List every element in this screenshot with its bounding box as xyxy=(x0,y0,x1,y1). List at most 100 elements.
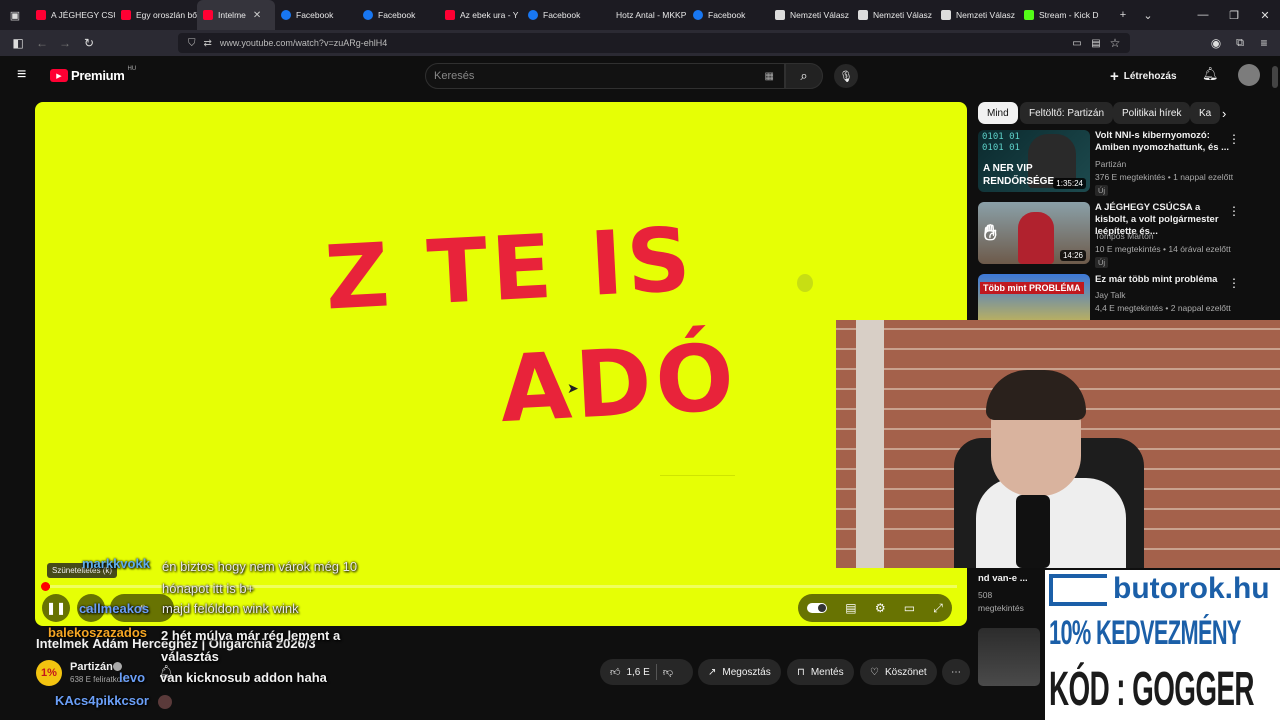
back-icon[interactable]: ← xyxy=(32,33,52,53)
chip-all[interactable]: Mind xyxy=(978,102,1018,124)
pause-icon: ❚❚ xyxy=(45,601,67,615)
partial-recommendation-views: 508 xyxy=(978,590,993,600)
youtube-favicon-icon xyxy=(121,10,131,20)
video-player[interactable]: Z TE IS ADÓ ➤ Szüneteltetés (k) ❚❚ ⏭ 🔊︎ … xyxy=(35,102,967,626)
recommendation-channel[interactable]: Tompos Márton xyxy=(1095,231,1154,241)
browser-tab[interactable]: Facebook xyxy=(522,0,605,30)
facebook-favicon-icon xyxy=(363,10,373,20)
browser-tab[interactable]: A JÉGHEGY CSÚ xyxy=(30,0,115,30)
save-button[interactable]: ⊓ Mentés xyxy=(787,659,854,685)
partial-recommendation-title[interactable]: nd van-e ... xyxy=(978,573,1028,584)
tab-list: A JÉGHEGY CSÚ Egy oroszlán bő Intelme ✕ Face… xyxy=(30,0,1102,30)
close-tab-icon[interactable]: ✕ xyxy=(253,10,261,21)
more-actions-button[interactable]: ⋯ xyxy=(942,659,970,685)
logo-label: Premium xyxy=(71,68,125,83)
menu-icon[interactable]: ≡ xyxy=(1254,33,1274,53)
fullscreen-icon[interactable]: ⤢ xyxy=(933,601,943,616)
avatar[interactable] xyxy=(1238,64,1260,86)
scrollbar[interactable] xyxy=(1272,66,1278,88)
video-decoration-line xyxy=(660,475,735,476)
reader-view-icon[interactable]: ▤ xyxy=(1086,33,1106,53)
more-options-icon[interactable]: ⋮ xyxy=(1228,276,1240,290)
search-button[interactable]: ⌕ xyxy=(785,63,823,89)
chat-emote-icon xyxy=(157,694,172,709)
sidebar-toggle-icon[interactable]: ◧ xyxy=(8,33,28,53)
pause-button[interactable]: ❚❚ xyxy=(42,594,70,622)
browser-tab[interactable]: Stream - Kick D xyxy=(1018,0,1102,30)
subtitles-icon[interactable]: ▤ xyxy=(845,601,856,615)
theater-mode-icon[interactable]: ▭ xyxy=(904,601,915,615)
microphone xyxy=(1016,495,1050,568)
hamburger-menu-icon[interactable]: ≡ xyxy=(17,66,26,84)
voice-search-button[interactable]: 🎙 xyxy=(834,64,858,88)
browser-tab[interactable]: Nemzeti Válasz xyxy=(852,0,935,30)
channel-name[interactable]: Partizán xyxy=(70,661,113,673)
duration-badge: 14:26 xyxy=(1059,250,1086,261)
browser-tab[interactable]: Egy oroszlán bő xyxy=(115,0,197,30)
close-window-icon[interactable]: ✕ xyxy=(1250,0,1280,30)
more-options-icon[interactable]: ⋮ xyxy=(1228,204,1240,218)
browser-tab[interactable]: Intelme ✕ xyxy=(197,0,275,30)
url-bar[interactable]: ⛉ ⇄ www.youtube.com/watch?v=zuARg-ehlH4 xyxy=(178,33,1130,53)
extensions-icon[interactable]: ⧉ xyxy=(1230,33,1250,53)
recommendation-title[interactable]: Volt NNI-s kibernyomozó: Amiben nyomozha… xyxy=(1095,130,1235,154)
tab-label: Nemzeti Válasz xyxy=(873,10,933,20)
facebook-favicon-icon xyxy=(281,10,291,20)
chips-next-icon[interactable]: › xyxy=(1222,106,1226,121)
thumbs-down-icon[interactable]: 👎︎ xyxy=(663,666,673,678)
share-button[interactable]: ↗ Megosztás xyxy=(698,659,781,685)
recommendation-channel[interactable]: Partizán xyxy=(1095,159,1126,169)
recommendation-item[interactable]: ✋︎ 14:26 A JÉGHEGY CSÚCSA a kisbolt, a v… xyxy=(978,202,1240,268)
more-options-icon[interactable]: ⋮ xyxy=(1228,132,1240,146)
bookmark-star-icon[interactable]: ☆ xyxy=(1105,33,1125,53)
thanks-button[interactable]: ♡ Köszönet xyxy=(860,659,937,685)
permissions-icon[interactable]: ⇄ xyxy=(204,38,212,49)
account-icon[interactable]: ◉ xyxy=(1206,33,1226,53)
browser-tab[interactable]: Facebook xyxy=(357,0,439,30)
tab-label: Egy oroszlán bő xyxy=(136,10,197,20)
youtube-premium-logo[interactable]: ▶ Premium HU xyxy=(50,66,136,83)
chat-message: levo xyxy=(119,670,150,685)
channel-avatar[interactable]: 1% xyxy=(36,660,62,686)
browser-tab[interactable]: Hotz Antal - MKKP xyxy=(605,0,687,30)
notifications-bell-icon[interactable]: 🔔︎ xyxy=(1202,66,1219,82)
video-thumbnail[interactable]: ✋︎ 14:26 xyxy=(978,202,1090,264)
recommendation-item[interactable]: 0101 01 0101 01 A NER VIP RENDŐRSÉGE 1:35… xyxy=(978,130,1240,196)
tab-label: Nemzeti Válasz xyxy=(956,10,1016,20)
minimize-icon[interactable]: — xyxy=(1188,0,1218,30)
reload-icon[interactable]: ↻ xyxy=(79,33,99,53)
browser-tab[interactable]: Nemzeti Válasz xyxy=(935,0,1018,30)
tab-label: Facebook xyxy=(296,10,334,20)
partial-recommendation-thumbnail[interactable] xyxy=(978,628,1040,686)
like-count[interactable]: 1,6 E xyxy=(626,667,649,678)
maximize-icon[interactable]: ❐ xyxy=(1219,0,1249,30)
tab-list-chevron-icon[interactable]: ⌄ xyxy=(1133,0,1163,30)
browser-tab[interactable]: Facebook xyxy=(275,0,357,30)
sponsor-ad: butorok.hu 10% KEDVEZMÉNY KÓD : GOGGER xyxy=(1045,570,1280,720)
forward-icon[interactable]: → xyxy=(55,33,75,53)
browser-tab[interactable]: Facebook xyxy=(687,0,769,30)
url-text: www.youtube.com/watch?v=zuARg-ehlH4 xyxy=(219,38,388,48)
tab-label: Facebook xyxy=(708,10,746,20)
tab-overview-icon[interactable]: ▣ xyxy=(0,0,30,30)
video-thumbnail[interactable]: 0101 01 0101 01 A NER VIP RENDŐRSÉGE 1:35… xyxy=(978,130,1090,192)
keyboard-icon[interactable]: ▦ xyxy=(765,71,774,82)
nv-favicon-icon xyxy=(941,10,951,20)
chip-political-news[interactable]: Politikai hírek xyxy=(1113,102,1191,124)
scrubber-handle[interactable] xyxy=(41,582,50,591)
search-input[interactable]: Keresés ▦ xyxy=(425,63,785,89)
browser-tab[interactable]: Az ebek ura - Y xyxy=(439,0,522,30)
thumbs-up-icon[interactable]: 👍︎ xyxy=(610,666,620,678)
settings-gear-icon[interactable]: ⚙ xyxy=(875,601,886,615)
recommendation-title[interactable]: Ez már több mint probléma xyxy=(1095,274,1235,286)
autoplay-toggle[interactable] xyxy=(807,603,828,613)
chip-uploader[interactable]: Feltöltő: Partizán xyxy=(1020,102,1114,124)
chip-partial[interactable]: Ka xyxy=(1190,102,1221,124)
pip-icon[interactable]: ▭ xyxy=(1067,33,1087,53)
create-button[interactable]: + Létrehozás xyxy=(1110,65,1177,87)
browser-tab[interactable]: Nemzeti Válasz xyxy=(769,0,852,30)
tab-label: A JÉGHEGY CSÚ xyxy=(51,10,115,20)
recommendation-channel[interactable]: Jay Talk xyxy=(1095,290,1126,300)
shield-icon[interactable]: ⛉ xyxy=(188,38,196,49)
more-icon: ⋯ xyxy=(951,666,961,678)
